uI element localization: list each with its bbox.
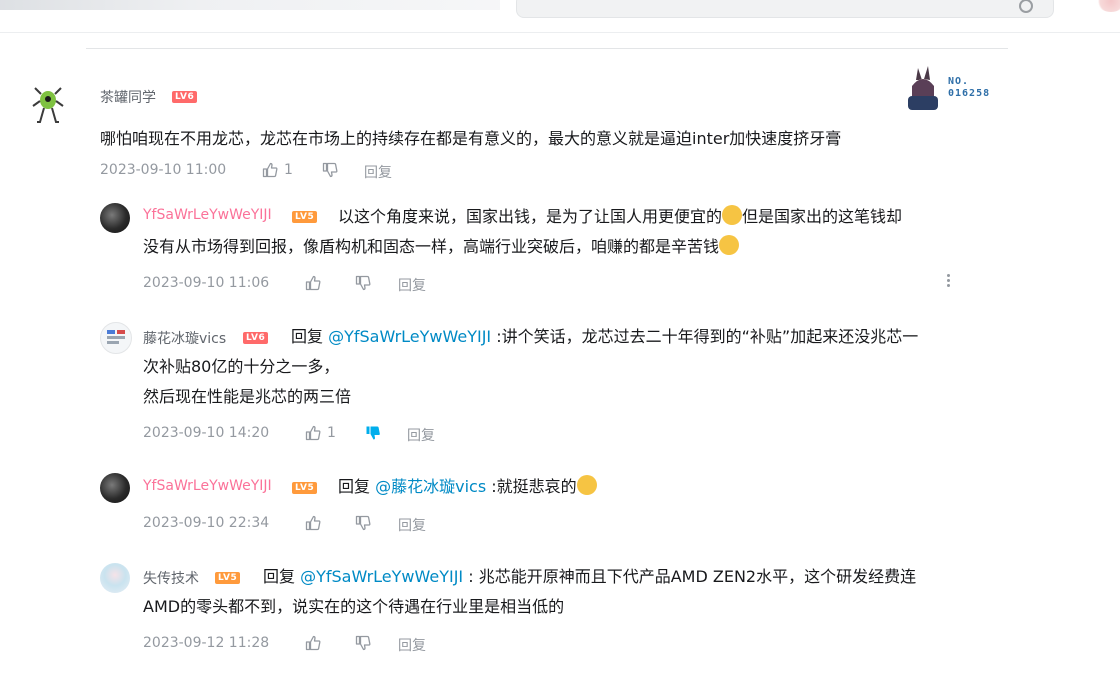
reply-prefix: 回复	[263, 567, 296, 586]
comment-text-line2: AMD的零头都不到，说实在的这个待遇在行业里是相当低的	[143, 597, 565, 616]
timestamp: 2023-09-12 11:28	[143, 635, 270, 651]
comment-text-line1: : 兆芯能开原神而且下代产品AMD ZEN2水平，这个研发经费连	[468, 567, 917, 586]
avatar[interactable]	[100, 563, 130, 593]
comment-meta: 2023-09-10 14:20 1 回复	[143, 425, 543, 445]
comment-text-line1: :就挺悲哀的	[491, 477, 577, 496]
thumb-down-icon	[355, 635, 371, 651]
emoji-tired-icon	[719, 235, 740, 255]
fan-badge-figure-icon	[908, 66, 938, 110]
like-button[interactable]: 1	[305, 425, 336, 441]
comment-meta: 2023-09-12 11:28 回复	[143, 635, 543, 655]
comment-text-line2: 次补贴80亿的十分之一多，	[143, 357, 340, 376]
like-button[interactable]	[305, 515, 321, 531]
thumb-up-icon	[305, 425, 321, 441]
comment-text-line1: 以这个角度来说，国家出钱，是为了让国人用更便宜的	[338, 207, 723, 226]
reply-button[interactable]: 回复	[398, 275, 426, 295]
timestamp: 2023-09-10 11:06	[143, 275, 270, 291]
thumb-up-icon	[305, 515, 321, 531]
thumb-down-icon	[322, 162, 338, 178]
mention-link[interactable]: @藤花冰璇vics	[375, 477, 486, 496]
avatar[interactable]	[100, 473, 130, 503]
dislike-button-active[interactable]	[365, 425, 381, 441]
section-divider	[86, 48, 1008, 49]
thumb-up-icon	[305, 275, 321, 291]
fan-badge-number: NO. 016258	[948, 76, 990, 100]
reply-button[interactable]: 回复	[398, 515, 426, 535]
reply-button[interactable]: 回复	[364, 162, 392, 182]
mention-link[interactable]: @YfSaWrLeYwWeYIJI	[328, 327, 491, 346]
timestamp: 2023-09-10 11:00	[100, 162, 227, 178]
reply-button[interactable]: 回复	[407, 425, 435, 445]
comment-text-line2: 没有从市场得到回报，像盾构机和固态一样，高端行业突破后，咱赚的都是辛苦钱	[143, 237, 720, 256]
avatar[interactable]	[100, 322, 132, 354]
emoji-sad-icon	[576, 475, 597, 495]
like-count: 1	[327, 425, 336, 441]
comment-text: 回复 @藤花冰璇vics :就挺悲哀的	[143, 472, 1023, 502]
thumb-down-icon	[355, 275, 371, 291]
dislike-button[interactable]	[322, 162, 338, 178]
like-button[interactable]	[305, 635, 321, 651]
header-avatar[interactable]	[1096, 0, 1120, 12]
comment-text: 回复 @YfSaWrLeYwWeYIJI : 兆芯能开原神而且下代产品AMD Z…	[143, 562, 1023, 622]
top-nav-bar	[0, 0, 1120, 33]
mention-link[interactable]: @YfSaWrLeYwWeYIJI	[300, 567, 463, 586]
comment-meta: 2023-09-10 11:00 1 回复	[100, 162, 500, 182]
level-badge: LV6	[172, 91, 198, 103]
timestamp: 2023-09-10 22:34	[143, 515, 270, 531]
comment-text: 回复 @YfSaWrLeYwWeYIJI :讲个笑话，龙芯过去二十年得到的“补贴…	[143, 322, 1023, 412]
timestamp: 2023-09-10 14:20	[143, 425, 270, 441]
dislike-button[interactable]	[355, 635, 371, 651]
more-icon[interactable]	[944, 272, 952, 288]
emoji-tired-icon	[722, 205, 743, 225]
comment-text: 以这个角度来说，国家出钱，是为了让国人用更便宜的 但是国家出的这笔钱却 没有从市场…	[143, 202, 1013, 262]
nav-links-blurred	[0, 0, 500, 10]
like-count: 1	[284, 162, 293, 178]
thumb-up-icon	[262, 162, 278, 178]
fan-badge: NO. 016258	[896, 66, 1006, 110]
dislike-button[interactable]	[355, 275, 371, 291]
dislike-button[interactable]	[355, 515, 371, 531]
comment-text-line1b: 但是国家出的这笔钱却	[742, 207, 903, 226]
reply-prefix: 回复	[338, 477, 371, 496]
avatar[interactable]	[100, 203, 130, 233]
thumb-down-icon	[365, 425, 381, 441]
search-icon[interactable]	[1019, 0, 1033, 13]
comment-text: 哪怕咱现在不用龙芯，龙芯在市场上的持续存在都是有意义的，最大的意义就是逼迫int…	[100, 129, 842, 148]
reply-button[interactable]: 回复	[398, 635, 426, 655]
avatar[interactable]	[30, 86, 66, 126]
comment-text-line3: 然后现在性能是兆芯的两三倍	[143, 387, 352, 406]
fan-badge-digits: 016258	[948, 88, 991, 99]
username[interactable]: 茶罐同学	[100, 87, 156, 107]
comment-meta: 2023-09-10 22:34 回复	[143, 515, 543, 535]
comment-text-line1: :讲个笑话，龙芯过去二十年得到的“补贴”加起来还没兆芯一	[496, 327, 919, 346]
reply-prefix: 回复	[291, 327, 324, 346]
thumb-down-icon	[355, 515, 371, 531]
like-button[interactable]	[305, 275, 321, 291]
search-input[interactable]	[516, 0, 1054, 18]
like-button[interactable]: 1	[262, 162, 293, 178]
comment-meta: 2023-09-10 11:06 回复	[143, 275, 543, 295]
fan-badge-label: NO.	[948, 76, 970, 87]
thumb-up-icon	[305, 635, 321, 651]
